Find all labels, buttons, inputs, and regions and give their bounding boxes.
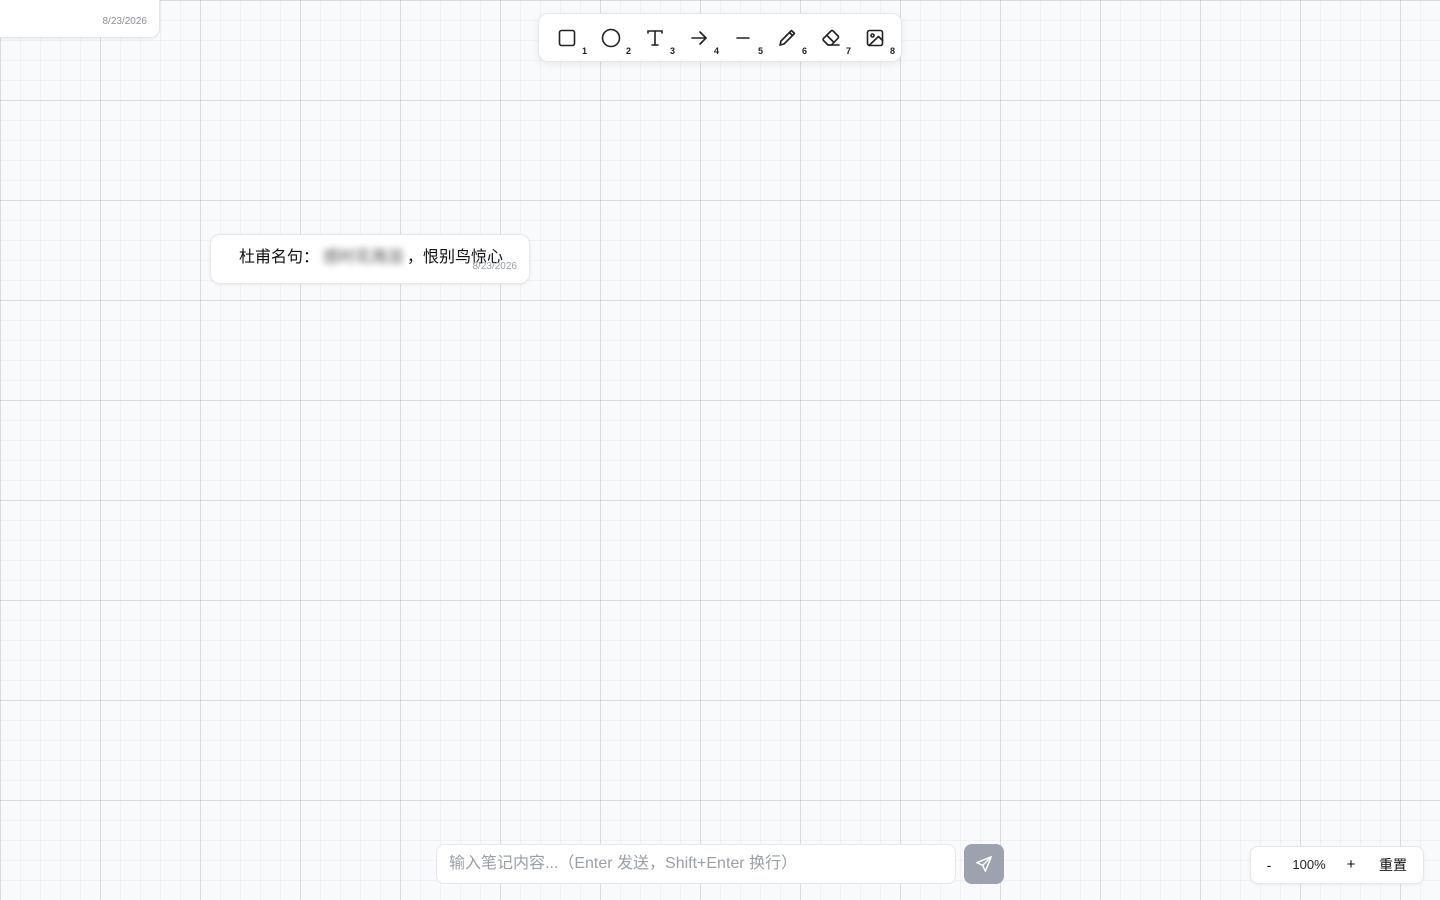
text-tool[interactable]: 3 [635,22,675,56]
line-icon [736,37,750,39]
tool-hotkey: 3 [669,46,675,56]
note-input[interactable] [436,844,956,884]
arrow-tool[interactable]: 4 [679,22,719,56]
tool-hotkey: 1 [581,46,587,56]
tool-hotkey: 8 [889,46,895,56]
send-icon [976,856,992,872]
note-text: 杜甫名句： 感时花溅泪 ，恨别鸟惊心 [239,248,503,268]
zoom-level: 100% [1292,857,1326,872]
zoom-controls: - 100% + 重置 [1250,846,1424,884]
image-icon [866,29,884,47]
zoom-out-button[interactable]: - [1259,847,1279,883]
eraser-icon [822,29,840,46]
note-card[interactable]: 8/23/2026 [0,0,160,38]
image-tool[interactable]: 8 [855,22,895,56]
note-text-prefix: 杜甫名句： [239,249,320,266]
tool-hotkey: 5 [757,46,763,56]
eraser-tool[interactable]: 7 [811,22,851,56]
text-icon [647,30,663,46]
tool-hotkey: 7 [845,46,851,56]
note-card[interactable]: 杜甫名句： 感时花溅泪 ，恨别鸟惊心 8/23/2026 [210,234,530,284]
tool-hotkey: 2 [625,46,631,56]
line-tool[interactable]: 5 [723,22,763,56]
circle-icon [601,28,621,48]
zoom-in-button[interactable]: + [1341,847,1361,883]
blurred-text: 感时花溅泪 [323,249,404,266]
note-date: 8/23/2026 [102,16,148,27]
pencil-icon [779,29,796,46]
send-button[interactable] [964,844,1004,884]
zoom-reset-button[interactable]: 重置 [1375,847,1411,883]
drawing-toolbar: 1 2 3 4 5 6 7 8 [538,13,902,62]
tool-hotkey: 6 [801,46,807,56]
note-date: 8/23/2026 [472,261,518,272]
rectangle-icon [558,29,576,47]
circle-tool[interactable]: 2 [591,22,631,56]
rectangle-tool[interactable]: 1 [547,22,587,56]
arrow-icon [691,31,707,45]
pencil-tool[interactable]: 6 [767,22,807,56]
tool-hotkey: 4 [713,46,719,56]
